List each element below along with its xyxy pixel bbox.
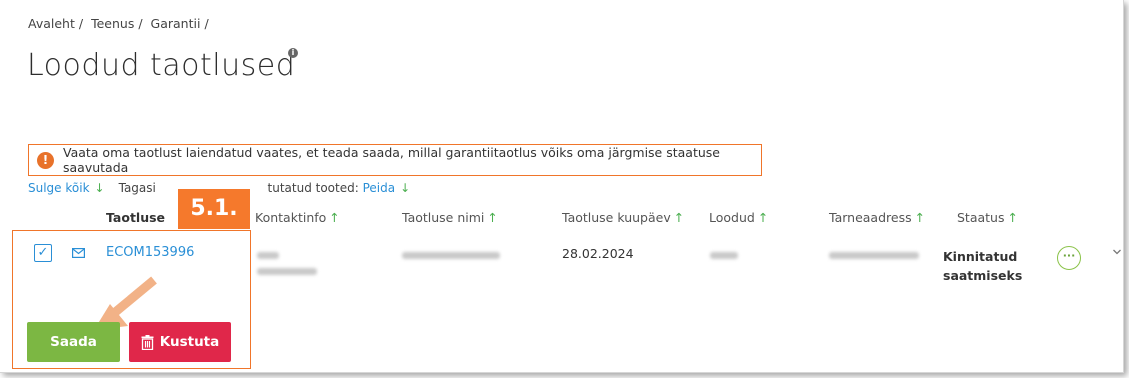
mail-icon [72,248,85,258]
blurred-contact-line2 [257,268,317,275]
column-header-name[interactable]: Taotluse nimi ↑ [402,210,498,225]
request-date: 28.02.2024 [562,246,634,261]
status-text: Kinnitatud saatmiseks [943,249,1023,283]
send-button[interactable]: Saada [27,322,120,362]
breadcrumb-item-home[interactable]: Avaleht [28,16,75,31]
blurred-created-by [710,252,738,259]
delete-button-label: Kustuta [159,334,220,350]
column-header-request[interactable]: Taotluse [106,210,165,225]
column-header-created[interactable]: Loodud ↑ [709,210,768,225]
breadcrumb: Avaleht / Teenus / Garantii / [28,16,209,31]
trash-icon [141,334,154,350]
column-header-status[interactable]: Staatus ↑ [957,210,1018,225]
page-title: Loodud taotlused [27,48,296,83]
breadcrumb-item-warranty[interactable]: Garantii [151,16,201,31]
breadcrumb-item-service[interactable]: Teenus [91,16,134,31]
order-id-link[interactable]: ECOM153996 [106,245,194,260]
info-notice: ! Vaata oma taotlust laiendatud vaates, … [28,144,762,176]
column-header-address[interactable]: Tarneaadress ↑ [829,210,925,225]
collapse-all-button[interactable]: Sulge kõik ↓ [28,181,105,195]
column-header-date[interactable]: Taotluse kuupäev ↑ [562,210,684,225]
returned-products-toggle: Tagasi tutatud tooted: Peida ↓ [118,181,411,195]
delete-button[interactable]: Kustuta [129,322,231,362]
blurred-address [829,252,919,259]
info-icon[interactable]: i [288,48,298,58]
step-badge: 5.1. [178,189,250,229]
blurred-contact-line1 [257,252,279,259]
column-header-contact[interactable]: Kontaktinfo ↑ [255,210,340,225]
notice-info-icon: ! [37,151,54,169]
more-actions-button[interactable]: ··· [1057,246,1081,270]
page-frame: Avaleht / Teenus / Garantii / Loodud taotlu… [0,0,1124,373]
chevron-down-icon[interactable] [1112,247,1122,257]
notice-text: Vaata oma taotlust laiendatud vaates, et… [63,145,720,175]
blurred-request-name [402,252,500,259]
hide-link[interactable]: Peida [363,181,396,195]
row-checkbox[interactable]: ✓ [34,244,52,262]
